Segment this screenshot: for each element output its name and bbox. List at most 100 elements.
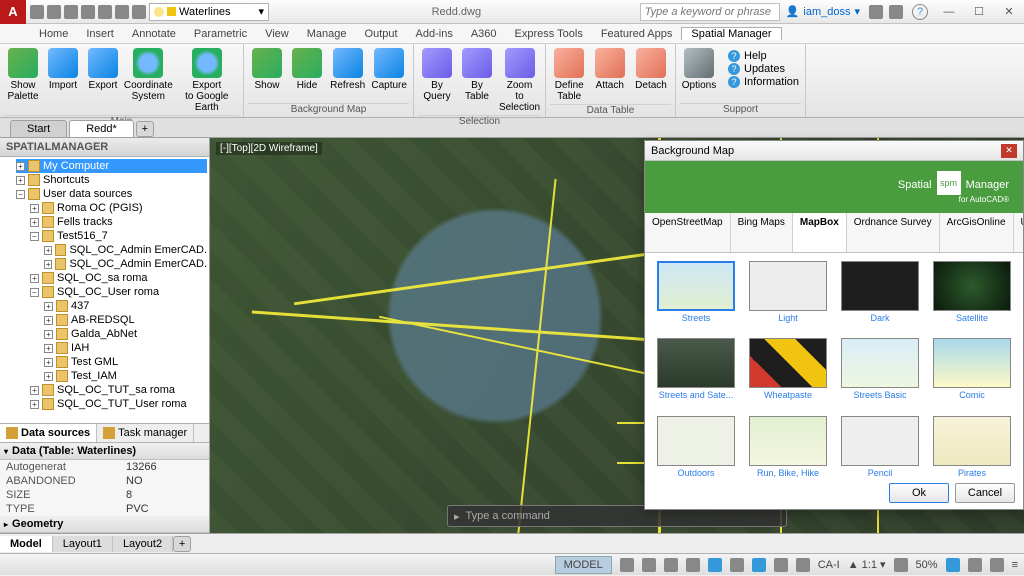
expand-icon[interactable]: + [30,400,39,409]
expand-icon[interactable]: + [44,358,53,367]
help-link[interactable]: ?Help [728,50,799,62]
customization-menu[interactable]: ≡ [1012,559,1018,571]
annotation-scale[interactable]: ▲ 1:1 ▾ [848,558,886,571]
viewport-label[interactable]: [-][Top][2D Wireframe] [216,142,322,155]
clean-screen-icon[interactable] [990,558,1004,572]
tree-node[interactable]: +Test GML [16,355,207,369]
provider-tab[interactable]: Ordnance Survey [847,213,940,252]
menu-tab-a360[interactable]: A360 [462,28,506,40]
help-search-input[interactable] [640,3,780,21]
a360-icon[interactable] [889,5,903,19]
maximize-button[interactable]: ☐ [964,0,994,24]
expand-icon[interactable]: + [30,386,39,395]
palette-tab[interactable]: Data sources [0,424,97,442]
expand-icon[interactable]: + [44,260,52,269]
import-button[interactable]: Import [44,46,82,115]
basemap-option[interactable]: Light [745,261,831,330]
gear-icon[interactable] [894,558,908,572]
provider-tab[interactable]: OpenStreetMap [645,213,731,252]
menu-tab-parametric[interactable]: Parametric [185,28,256,40]
basemap-option[interactable]: Outdoors [653,416,739,485]
tree-node[interactable]: +SQL_OC_Admin EmerCAD. [16,257,207,271]
basemap-option[interactable]: Comic [929,338,1015,407]
undo-icon[interactable] [115,5,129,19]
by-query-button[interactable]: ByQuery [418,46,456,115]
basemap-option[interactable]: Dark [837,261,923,330]
by-table-button[interactable]: ByTable [458,46,496,115]
expand-icon[interactable]: + [16,162,25,171]
plot-icon[interactable] [98,5,112,19]
osnap-icon[interactable] [708,558,722,572]
tree-node[interactable]: −SQL_OC_User roma [16,285,207,299]
app-menu-badge[interactable]: A [0,0,26,24]
define-table-button[interactable]: DefineTable [550,46,589,104]
menu-tab-annotate[interactable]: Annotate [123,28,185,40]
snap-icon[interactable] [642,558,656,572]
expand-icon[interactable]: + [44,344,53,353]
palette-tab[interactable]: Task manager [97,424,194,442]
menu-tab-insert[interactable]: Insert [77,28,123,40]
tree-node[interactable]: +Roma OC (PGIS) [16,201,207,215]
menu-tab-add-ins[interactable]: Add-ins [407,28,462,40]
basemap-option[interactable]: Run, Bike, Hike [745,416,831,485]
zoom-to-selection-button[interactable]: Zoomto Selection [498,46,541,115]
add-doc-button[interactable]: + [136,121,154,137]
ok-button[interactable]: Ok [889,483,949,503]
capture-button[interactable]: Capture [369,46,409,103]
user-account[interactable]: 👤 iam_doss ▾ [780,5,866,18]
tree-node[interactable]: −Test516_7 [16,229,207,243]
menu-tab-home[interactable]: Home [30,28,77,40]
open-icon[interactable] [47,5,61,19]
show-button[interactable]: Show [248,46,286,103]
basemap-option[interactable]: Satellite [929,261,1015,330]
property-row[interactable]: Autogenerat13266 [0,460,209,474]
minimize-button[interactable]: — [934,0,964,24]
provider-tab[interactable]: USGS [1014,213,1024,252]
doc-tab[interactable]: Redd* [69,120,134,137]
expand-icon[interactable]: + [44,246,52,255]
tree-node[interactable]: +SQL_OC_Admin EmerCAD. [16,243,207,257]
export-to-google-earth-button[interactable]: Exportto Google Earth [175,46,239,115]
expand-icon[interactable]: + [30,274,39,283]
zoom-level[interactable]: 50% [916,559,938,571]
tree-node[interactable]: +IAH [16,341,207,355]
tree-node[interactable]: −User data sources [16,187,207,201]
expand-icon[interactable]: + [44,316,53,325]
data-category-header[interactable]: ▾Data (Table: Waterlines) [0,443,209,460]
menu-tab-express-tools[interactable]: Express Tools [506,28,592,40]
property-row[interactable]: TYPEPVC [0,502,209,516]
ortho-icon[interactable] [664,558,678,572]
transparency-icon[interactable] [796,558,810,572]
expand-icon[interactable]: + [16,176,25,185]
tree-node[interactable]: +Fells tracks [16,215,207,229]
data-source-tree[interactable]: +My Computer+Shortcuts−User data sources… [0,157,209,423]
hardware-accel-icon[interactable] [968,558,982,572]
detach-button[interactable]: Detach [631,46,671,104]
menu-tab-output[interactable]: Output [356,28,407,40]
basemap-option[interactable]: Pencil [837,416,923,485]
expand-icon[interactable]: − [16,190,25,199]
dialog-close-button[interactable]: ✕ [1001,144,1017,158]
menu-tab-view[interactable]: View [256,28,298,40]
model-space-button[interactable]: MODEL [555,556,612,574]
expand-icon[interactable]: + [44,330,53,339]
lineweight-icon[interactable] [774,558,788,572]
expand-icon[interactable]: + [30,204,39,213]
tree-node[interactable]: +Test_IAM [16,369,207,383]
layout-tab[interactable]: Layout2 [113,536,173,552]
tree-node[interactable]: +Shortcuts [16,173,207,187]
cancel-button[interactable]: Cancel [955,483,1015,503]
information-link[interactable]: ?Information [728,76,799,88]
expand-icon[interactable]: + [44,302,53,311]
options-button[interactable]: Options [680,46,718,103]
property-row[interactable]: SIZE8 [0,488,209,502]
expand-icon[interactable]: − [30,232,39,241]
tree-node[interactable]: +437 [16,299,207,313]
layout-tab[interactable]: Model [0,536,53,552]
expand-icon[interactable]: − [30,288,39,297]
basemap-option[interactable]: Pirates [929,416,1015,485]
layer-dropdown[interactable]: Waterlines ▾ [149,3,269,21]
expand-icon[interactable]: + [30,218,39,227]
isolate-icon[interactable] [946,558,960,572]
basemap-option[interactable]: Streets [653,261,739,330]
